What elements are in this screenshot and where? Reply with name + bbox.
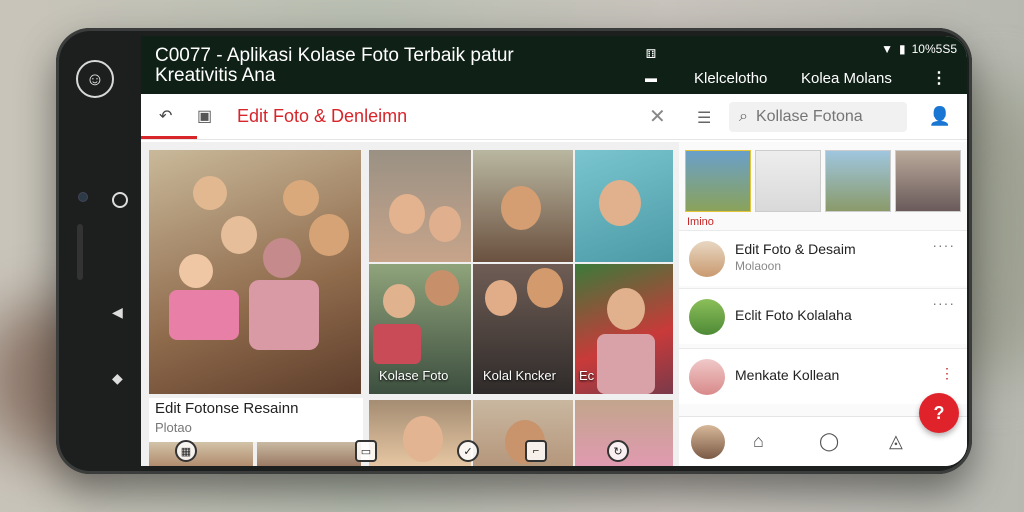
photo-bottom-1[interactable] — [149, 442, 253, 466]
app-logo-icon: ☺ — [76, 60, 114, 98]
photo-women-hijab[interactable] — [369, 150, 471, 262]
active-tab-indicator — [141, 136, 197, 139]
photo-woman-waving[interactable] — [575, 150, 673, 262]
avatar — [689, 299, 725, 335]
section-label: Imino — [687, 216, 714, 228]
volume-icon[interactable]: ◀ — [112, 304, 123, 321]
side-button — [77, 224, 83, 280]
photo-woman-flowers[interactable]: Ec — [575, 264, 673, 394]
photo-couple[interactable]: Kolal Kncker — [473, 264, 573, 394]
photo-card-info[interactable]: Edit Fotonse Resainn Plotao — [149, 398, 363, 442]
avatar — [689, 359, 725, 395]
menu-icon[interactable]: ☰ — [697, 108, 711, 128]
wifi-icon: ▼ — [881, 42, 894, 56]
avatar — [689, 241, 725, 277]
photo-man-smiling[interactable] — [473, 150, 573, 262]
nav-item-2[interactable]: Kolea Molans — [801, 70, 892, 87]
notification-icon[interactable]: ◬ — [889, 431, 903, 452]
more-horiz-icon[interactable]: ···· — [932, 237, 955, 253]
list-item-subtitle: Molaoon — [735, 259, 782, 273]
photo-family-large[interactable] — [149, 150, 361, 394]
status-sub-icon: ▬ — [645, 71, 657, 85]
more-horiz-icon[interactable]: ···· — [932, 295, 955, 311]
front-camera — [78, 192, 88, 202]
editor-toolbar: ↶ ▣ Edit Foto & Denleimn ✕ — [141, 94, 679, 140]
check-icon[interactable]: ✓ — [457, 440, 479, 462]
search-toolbar: ☰ ⌕ 👤 — [679, 94, 967, 140]
bottom-nav: ⌂ ◯ ◬ ? — [679, 393, 967, 466]
back-arrow-icon[interactable]: ↶ — [159, 106, 172, 126]
list-item-title: Eclit Foto Kolalaha — [735, 307, 852, 323]
help-button[interactable]: ? — [919, 393, 959, 433]
phone-bezel: ☺ ◀ ◆ — [56, 28, 141, 474]
list-item[interactable]: Menkate Kollean ⋮ — [679, 348, 967, 404]
user-icon[interactable]: 👤 — [929, 106, 951, 127]
status-bar: ▼ ▮ 10%5S5 — [881, 42, 957, 56]
photo-bottom-3[interactable] — [369, 400, 471, 466]
search-icon: ⌕ — [739, 108, 748, 125]
editor-title: Edit Foto & Denleimn — [237, 106, 408, 126]
list-item[interactable]: Eclit Foto Kolalaha ···· — [679, 288, 967, 344]
photo-grid: Edit Fotonse Resainn Plotao Kolase Foto — [141, 142, 679, 466]
search-input[interactable] — [755, 108, 896, 126]
list-item-title: Menkate Kollean — [735, 367, 840, 383]
more-vert-icon[interactable]: ⋮ — [931, 68, 947, 88]
frame-icon[interactable]: ▭ — [355, 440, 377, 462]
card-title: Edit Fotonse Resainn — [155, 400, 299, 417]
thumb-4[interactable] — [895, 150, 961, 212]
page-title: C0077 - Aplikasi Kolase Foto Terbaik pat… — [155, 45, 514, 86]
top-bar: C0077 - Aplikasi Kolase Foto Terbaik pat… — [141, 36, 967, 94]
chat-icon[interactable]: ◯ — [819, 431, 839, 452]
grid-layout-icon[interactable]: ▦ — [175, 440, 197, 462]
more-vert-icon[interactable]: ⋮ — [940, 365, 955, 382]
photo-caption: Ec — [579, 368, 595, 383]
profile-avatar[interactable] — [691, 425, 725, 459]
crop-icon[interactable]: ⌐ — [525, 440, 547, 462]
photo-caption: Kolal Kncker — [483, 368, 556, 383]
status-time: 10%5S5 — [911, 42, 957, 56]
photo-bottom-4[interactable] — [473, 400, 573, 466]
bookmark-icon[interactable]: ▣ — [197, 106, 212, 126]
rotate-icon[interactable]: ↻ — [607, 440, 629, 462]
phone-frame: ☺ ◀ ◆ C0077 - Aplikasi Kolase Foto Terba… — [56, 28, 972, 474]
photo-caption: Kolase Foto — [379, 368, 449, 383]
list-item[interactable]: Edit Foto & Desaim Molaoon ···· — [679, 230, 967, 286]
photo-family-couple[interactable]: Kolase Foto — [369, 264, 471, 394]
status-glyph-icon: ⚅ — [645, 47, 657, 61]
app-screen: C0077 - Aplikasi Kolase Foto Terbaik pat… — [141, 36, 967, 466]
list-item-title: Edit Foto & Desaim — [735, 241, 856, 257]
close-icon[interactable]: ✕ — [649, 104, 666, 129]
search-box[interactable]: ⌕ — [729, 102, 907, 132]
thumb-2[interactable] — [755, 150, 821, 212]
thumb-1[interactable] — [685, 150, 751, 212]
right-panel: Imino Edit Foto & Desaim Molaoon ···· Ec… — [679, 142, 967, 466]
status-indicator: ⚅ ▬ — [645, 42, 657, 90]
battery-icon: ▮ — [899, 42, 906, 56]
photo-bottom-2[interactable] — [257, 442, 361, 466]
back-icon[interactable]: ◆ — [112, 370, 123, 387]
thumb-3[interactable] — [825, 150, 891, 212]
home-button[interactable] — [112, 192, 128, 208]
card-subtitle: Plotao — [155, 420, 192, 435]
nav-item-1[interactable]: Klelcelotho — [694, 70, 767, 87]
home-icon[interactable]: ⌂ — [753, 431, 764, 452]
